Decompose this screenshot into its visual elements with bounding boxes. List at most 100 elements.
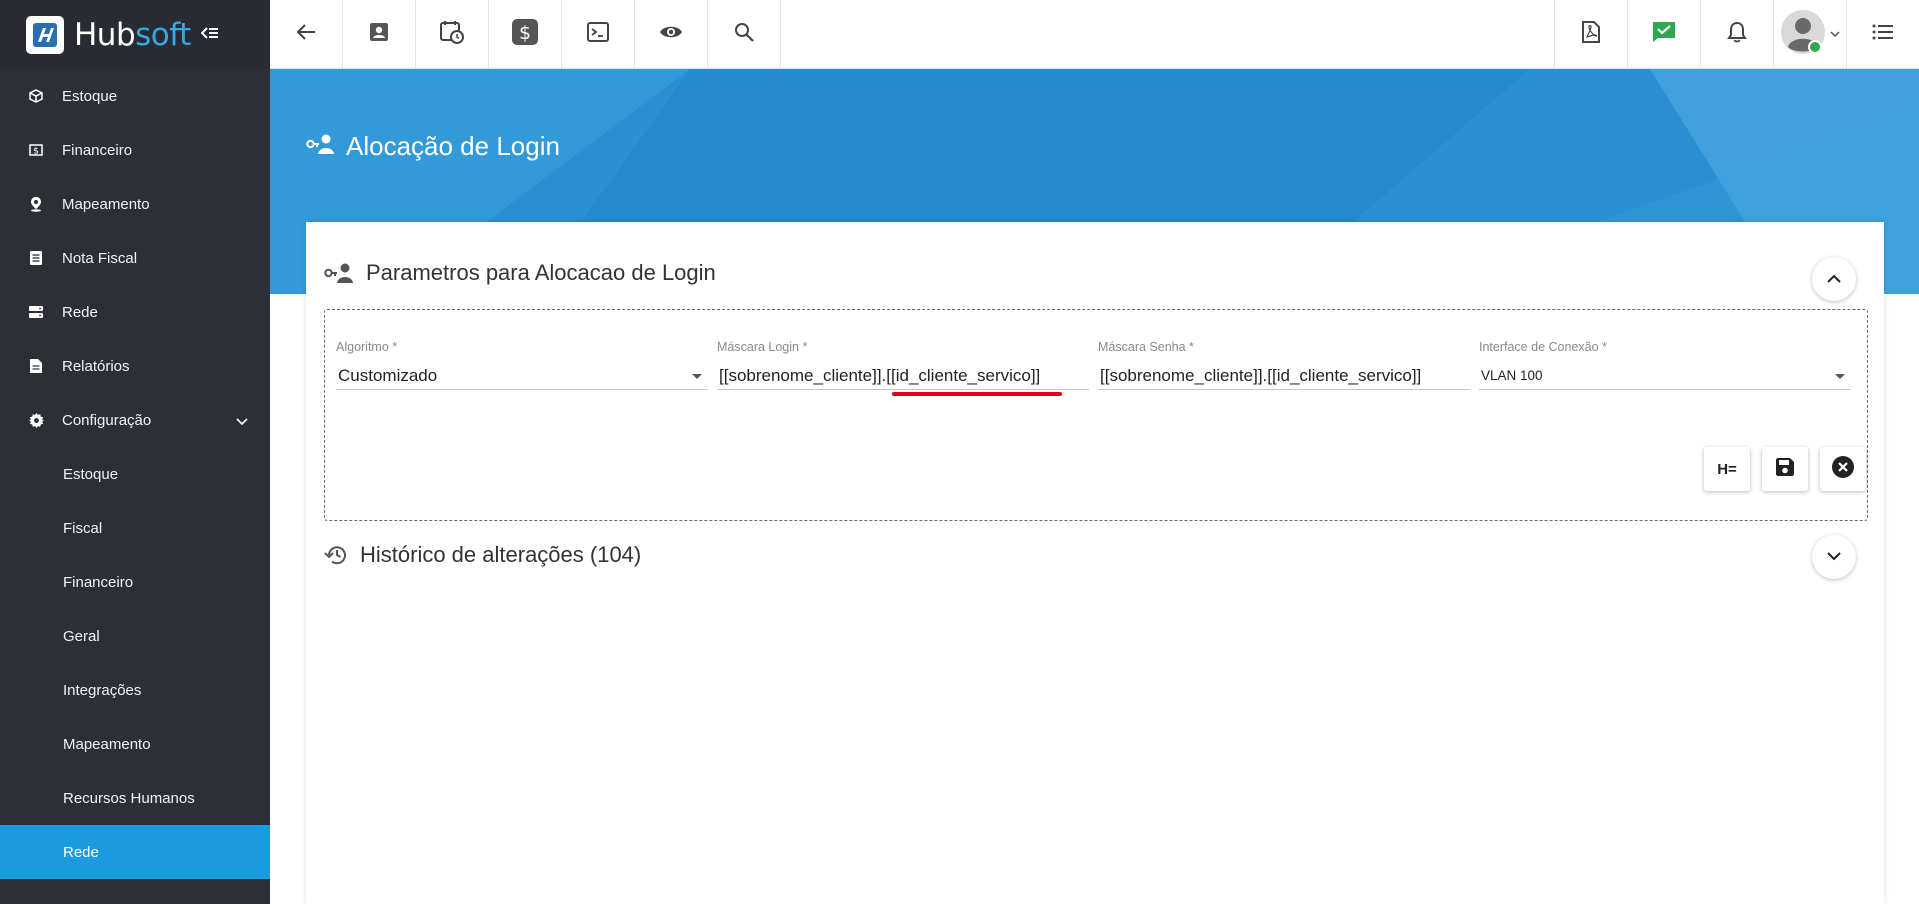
sidebar-item-label: Estoque (62, 87, 118, 105)
terminal-button[interactable] (562, 0, 635, 68)
sidebar-item-estoque[interactable]: Estoque (0, 69, 270, 123)
interface-label: Interface de Conexão * (1479, 340, 1607, 354)
history-section-header[interactable]: Histórico de alterações (104) (324, 542, 641, 568)
sidebar-item-label: Rede (62, 303, 98, 321)
sidebar-subitem-label: Recursos Humanos (63, 789, 195, 807)
sidebar-subitem-label: Geral (63, 627, 100, 645)
sidebar-subitem-estoque[interactable]: Estoque (0, 447, 270, 501)
caret-down-icon (1835, 374, 1845, 379)
sidebar-item-label: Relatórios (62, 357, 130, 375)
avatar (1780, 9, 1826, 60)
caret-down-icon (692, 374, 702, 379)
mascara-login-value: [[sobrenome_cliente]].[[id_cliente_servi… (719, 365, 1041, 385)
sidebar-subitem-integracoes[interactable]: Integrações (0, 663, 270, 717)
tasks-button[interactable] (1627, 0, 1700, 68)
interface-select[interactable]: VLAN 100 (1479, 362, 1851, 390)
sidebar-item-nota-fiscal[interactable]: Nota Fiscal (0, 231, 270, 285)
brand-name-part1: Hub (74, 16, 136, 53)
params-section-header[interactable]: Parametros para Alocacao de Login (324, 260, 716, 286)
back-button[interactable] (270, 0, 343, 68)
search-button[interactable] (708, 0, 781, 68)
collapse-sidebar-icon[interactable] (200, 24, 219, 45)
svg-text:$: $ (33, 147, 39, 157)
finance-button[interactable]: $ (489, 0, 562, 68)
sidebar-item-label: Configuração (62, 411, 152, 429)
contacts-button[interactable] (343, 0, 416, 68)
sidebar-item-financeiro[interactable]: $ Financeiro (0, 123, 270, 177)
mascara-senha-value: [[sobrenome_cliente]].[[id_cliente_servi… (1100, 365, 1422, 385)
schedule-button[interactable] (416, 0, 489, 68)
highlight-underline (892, 392, 1062, 396)
expand-history-button[interactable] (1812, 535, 1856, 579)
help-variables-button[interactable]: H= (1704, 447, 1750, 491)
sidebar-subitem-label: Mapeamento (63, 735, 151, 753)
back-arrow-icon (296, 23, 316, 46)
sidebar-subitem-label: Estoque (63, 465, 119, 483)
sidebar-subitem-rede[interactable]: Rede (0, 825, 270, 879)
history-icon (324, 544, 348, 566)
sidebar-subitem-fiscal[interactable]: Fiscal (0, 501, 270, 555)
sidebar-subitem-financeiro[interactable]: Financeiro (0, 555, 270, 609)
sidebar-item-label: Nota Fiscal (62, 249, 138, 267)
mascara-senha-input[interactable]: [[sobrenome_cliente]].[[id_cliente_servi… (1098, 362, 1470, 390)
chevron-up-icon (1827, 270, 1841, 288)
sidebar-subitem-label: Financeiro (63, 573, 134, 591)
chevron-down-icon (1830, 25, 1840, 43)
gear-icon (28, 412, 44, 428)
sidebar-subitem-recursos-humanos[interactable]: Recursos Humanos (0, 771, 270, 825)
params-section-title: Parametros para Alocacao de Login (366, 260, 716, 285)
sidebar-item-label: Mapeamento (62, 195, 150, 213)
page-title-text: Alocação de Login (346, 131, 560, 161)
notifications-button[interactable] (1700, 0, 1773, 68)
sidebar-item-configuracao[interactable]: Configuração (0, 393, 270, 447)
history-section-title: Histórico de alterações (104) (360, 542, 642, 567)
close-icon (1832, 456, 1854, 482)
chevron-down-icon (236, 413, 248, 430)
view-button[interactable] (635, 0, 708, 68)
brand-name-part2: soft (135, 16, 191, 53)
mascara-login-label: Máscara Login * (717, 340, 808, 354)
interface-value: VLAN 100 (1481, 368, 1543, 383)
sidebar-item-rede[interactable]: Rede (0, 285, 270, 339)
mascara-senha-field: Máscara Senha * [[sobrenome_cliente]].[[… (1098, 340, 1470, 390)
cancel-button[interactable] (1820, 447, 1866, 491)
algoritmo-label: Algoritmo * (336, 340, 398, 354)
search-icon (734, 22, 754, 47)
save-icon (1776, 458, 1794, 480)
sidebar-item-relatorios[interactable]: Relatórios (0, 339, 270, 393)
interface-field: Interface de Conexão * VLAN 100 (1479, 340, 1851, 390)
mascara-login-input[interactable]: [[sobrenome_cliente]].[[id_cliente_servi… (717, 362, 1089, 396)
sidebar-item-label: Financeiro (62, 141, 133, 159)
sidebar-subnav-configuracao: Estoque Fiscal Financeiro Geral Integraç… (0, 447, 270, 879)
bell-icon (1727, 21, 1747, 48)
user-key-icon (324, 262, 354, 284)
sidebar-nav: Estoque $ Financeiro Mapeamento Nota Fis… (0, 69, 270, 447)
hubsoft-logo[interactable] (26, 15, 64, 54)
receipt-icon (28, 250, 44, 266)
sidebar-subitem-mapeamento[interactable]: Mapeamento (0, 717, 270, 771)
dollar-icon: $ (28, 142, 44, 158)
params-form: Algoritmo * Customizado Máscara Login * … (324, 309, 1868, 521)
main-menu-button[interactable] (1846, 0, 1919, 68)
sidebar: Hubsoft Estoque $ Financeiro Mapeamento … (0, 0, 270, 904)
brand-name: Hubsoft (74, 17, 191, 53)
calendar-clock-icon (440, 20, 464, 49)
save-button[interactable] (1762, 447, 1808, 491)
user-menu-button[interactable] (1773, 0, 1846, 68)
pdf-icon (1582, 20, 1600, 48)
map-pin-icon (28, 196, 44, 212)
sidebar-subitem-geral[interactable]: Geral (0, 609, 270, 663)
contact-card-icon (369, 22, 389, 47)
mascara-senha-label: Máscara Senha * (1098, 340, 1194, 354)
pdf-button[interactable] (1554, 0, 1627, 68)
check-message-icon (1652, 21, 1676, 48)
content-card: Parametros para Alocacao de Login Algori… (306, 222, 1884, 904)
sidebar-item-mapeamento[interactable]: Mapeamento (0, 177, 270, 231)
sidebar-subitem-label: Fiscal (63, 519, 103, 537)
chevron-down-icon (1827, 548, 1841, 566)
eye-icon (659, 24, 683, 45)
algoritmo-select[interactable]: Customizado (336, 362, 708, 390)
collapse-params-button[interactable] (1812, 257, 1856, 301)
algoritmo-field: Algoritmo * Customizado (336, 340, 708, 390)
sidebar-subitem-label: Integrações (63, 681, 142, 699)
